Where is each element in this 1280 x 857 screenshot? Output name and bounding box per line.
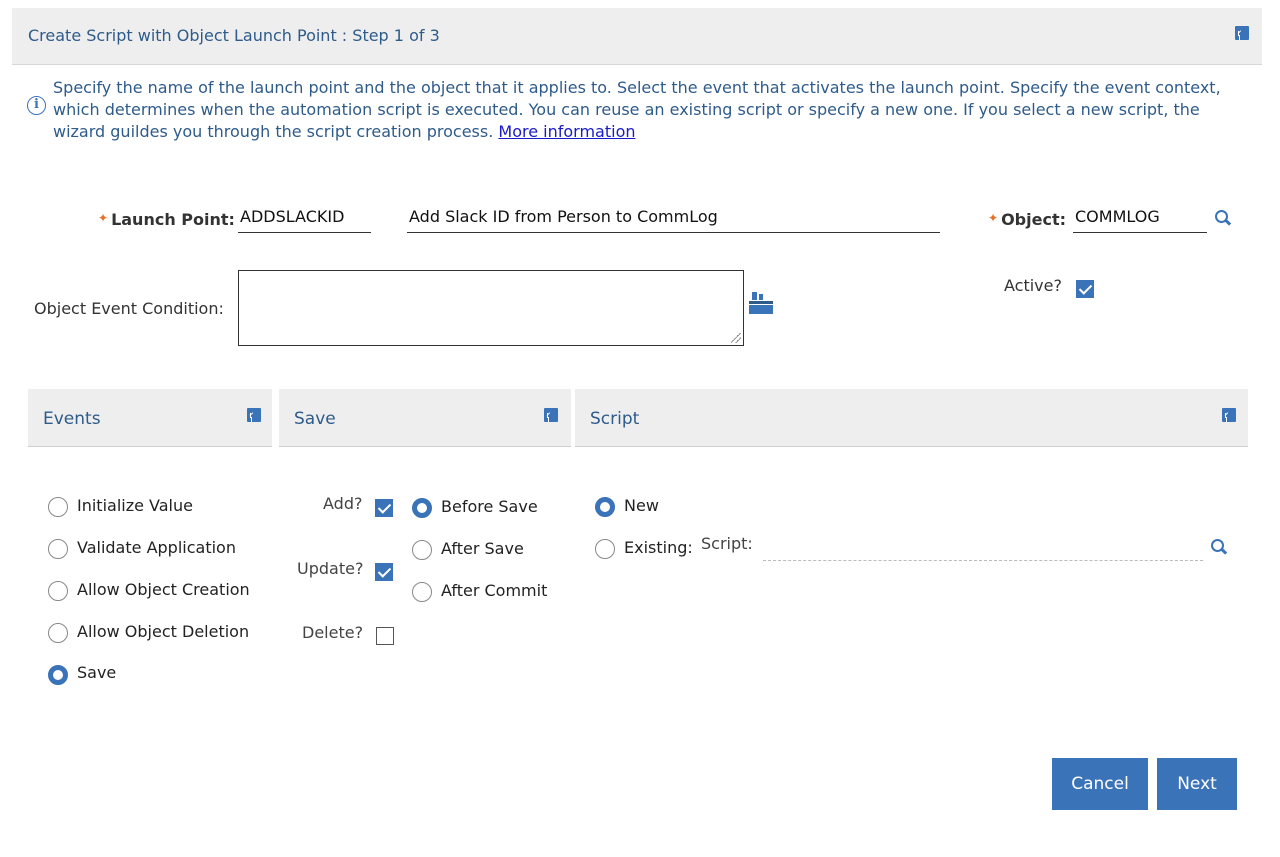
script-radio-existing[interactable] bbox=[595, 539, 615, 559]
launch-point-label: Launch Point: bbox=[111, 210, 235, 229]
resize-grip-icon[interactable] bbox=[731, 333, 741, 343]
active-label: Active? bbox=[1004, 276, 1062, 295]
update-checkbox[interactable] bbox=[375, 563, 393, 581]
launch-point-label-wrap: ✦ Launch Point: bbox=[98, 210, 235, 229]
info-icon: i bbox=[27, 96, 46, 115]
script-section-title: Script bbox=[590, 409, 640, 429]
event-radio-validate-application[interactable] bbox=[48, 539, 68, 559]
timing-label: After Save bbox=[441, 539, 524, 558]
more-information-link[interactable]: More information bbox=[498, 122, 635, 141]
launch-point-description-input[interactable]: Add Slack ID from Person to CommLog bbox=[407, 207, 940, 233]
required-star: ✦ bbox=[98, 211, 109, 225]
minimize-icon[interactable] bbox=[247, 408, 261, 422]
info-text: Specify the name of the launch point and… bbox=[53, 78, 1221, 141]
script-new-label: New bbox=[624, 496, 659, 515]
minimize-icon[interactable] bbox=[1222, 408, 1236, 422]
info-description: Specify the name of the launch point and… bbox=[53, 77, 1243, 143]
event-label: Allow Object Deletion bbox=[77, 622, 250, 641]
object-label: Object: bbox=[1001, 210, 1066, 229]
active-checkbox[interactable] bbox=[1076, 280, 1094, 298]
script-radio-new[interactable] bbox=[595, 497, 615, 517]
script-section-header: Script bbox=[575, 389, 1248, 447]
dialog-titlebar: Create Script with Object Launch Point :… bbox=[12, 8, 1262, 65]
event-radio-allow-object-creation[interactable] bbox=[48, 581, 68, 601]
event-label: Allow Object Creation bbox=[77, 580, 250, 599]
next-button[interactable]: Next bbox=[1157, 758, 1237, 810]
update-check-label: Update? bbox=[297, 559, 364, 578]
script-input[interactable] bbox=[763, 535, 1203, 561]
object-input[interactable]: COMMLOG bbox=[1073, 207, 1207, 233]
timing-radio-after-commit[interactable] bbox=[412, 582, 432, 602]
events-section-title: Events bbox=[43, 409, 101, 429]
add-checkbox[interactable] bbox=[375, 499, 393, 517]
event-radio-initialize-value[interactable] bbox=[48, 497, 68, 517]
save-section-title: Save bbox=[294, 409, 336, 429]
required-star: ✦ bbox=[988, 211, 999, 225]
event-label: Validate Application bbox=[77, 538, 236, 557]
launch-point-input[interactable]: ADDSLACKID bbox=[238, 207, 371, 233]
add-check-label: Add? bbox=[323, 494, 363, 513]
object-search-icon[interactable] bbox=[1214, 209, 1232, 227]
script-existing-label: Existing: bbox=[624, 538, 693, 557]
object-event-condition-label: Object Event Condition: bbox=[34, 299, 224, 318]
timing-radio-after-save[interactable] bbox=[412, 540, 432, 560]
events-section-header: Events bbox=[28, 389, 272, 447]
script-field-label: Script: bbox=[701, 534, 753, 553]
timing-label: After Commit bbox=[441, 581, 548, 600]
event-radio-allow-object-deletion[interactable] bbox=[48, 623, 68, 643]
event-label: Initialize Value bbox=[77, 496, 193, 515]
script-search-icon[interactable] bbox=[1210, 538, 1228, 556]
timing-label: Before Save bbox=[441, 497, 538, 516]
delete-check-label: Delete? bbox=[302, 623, 364, 642]
minimize-icon[interactable] bbox=[544, 408, 558, 422]
dialog-title: Create Script with Object Launch Point :… bbox=[28, 26, 440, 45]
minimize-icon[interactable] bbox=[1235, 26, 1249, 40]
timing-radio-before-save[interactable] bbox=[412, 498, 432, 518]
save-section-header: Save bbox=[279, 389, 571, 447]
event-label: Save bbox=[77, 663, 117, 682]
event-radio-save[interactable] bbox=[48, 665, 68, 685]
object-event-condition-textarea[interactable] bbox=[238, 270, 744, 346]
delete-checkbox[interactable] bbox=[376, 627, 394, 645]
cancel-button[interactable]: Cancel bbox=[1052, 758, 1148, 810]
condition-builder-icon[interactable] bbox=[749, 292, 773, 314]
object-label-wrap: ✦ Object: bbox=[988, 210, 1066, 229]
